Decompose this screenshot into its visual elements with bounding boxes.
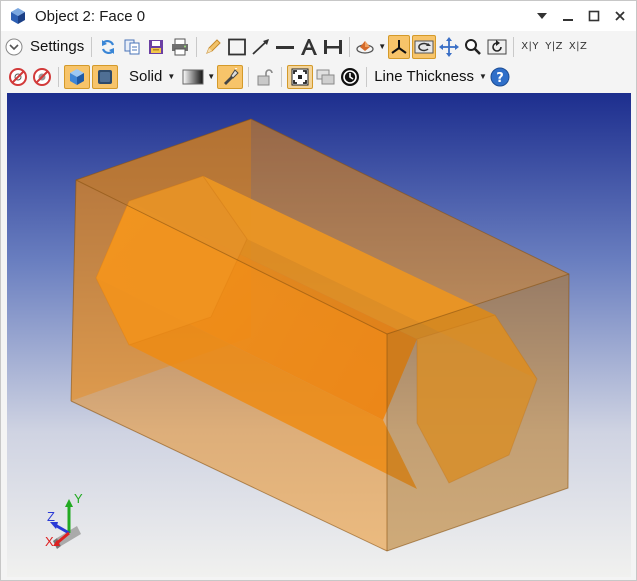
dimension-icon[interactable]: [322, 35, 344, 59]
clock-icon[interactable]: [339, 65, 361, 89]
3d-scene: Y Z X: [7, 93, 631, 577]
settings-window: Object 2: Face 0 Settings ▼ X|Y Y|Z X|Z …: [0, 0, 637, 581]
render-toolbar: Solid ▼ ▼ Line Thickness ▼ ?: [1, 62, 636, 91]
help-icon[interactable]: ?: [489, 65, 511, 89]
main-toolbar: Settings ▼ X|Y Y|Z X|Z: [1, 32, 636, 61]
svg-text:?: ?: [496, 71, 504, 86]
axis-label-z: Z: [47, 509, 55, 524]
close-icon[interactable]: [610, 6, 630, 26]
maximize-icon[interactable]: [584, 6, 604, 26]
line-thickness-dropdown[interactable]: Line Thickness ▼: [372, 65, 487, 89]
no-fill-icon[interactable]: [31, 65, 53, 89]
cube-shaded-icon[interactable]: [64, 64, 90, 89]
chevron-down-icon: ▼: [478, 72, 487, 81]
separator: [196, 36, 198, 57]
text-icon[interactable]: [298, 35, 320, 59]
axes-icon[interactable]: [388, 34, 411, 59]
pin-icon[interactable]: [532, 6, 552, 26]
view-xz-button[interactable]: X|Z: [567, 35, 589, 59]
separator: [91, 36, 93, 57]
copy-icon[interactable]: [121, 35, 143, 59]
render-mode-dropdown[interactable]: Solid ▼: [127, 65, 175, 89]
rectangle-icon[interactable]: [226, 35, 248, 59]
chevron-down-icon: ▼: [167, 72, 176, 81]
reset-view-icon[interactable]: [486, 35, 508, 59]
separator: [349, 36, 351, 57]
separator: [58, 66, 59, 87]
chevron-down-icon: ▼: [378, 42, 387, 51]
settings-chevron-icon: [5, 38, 23, 55]
render-mode-label: Solid: [129, 68, 163, 85]
line-thickness-label: Line Thickness: [374, 68, 474, 85]
title-bar: Object 2: Face 0: [1, 1, 636, 31]
minimize-icon[interactable]: [558, 6, 578, 26]
chevron-down-icon: ▼: [207, 72, 216, 81]
view-xz-label: X|Z: [568, 41, 588, 52]
zoom-icon[interactable]: [462, 35, 484, 59]
view-yz-button[interactable]: Y|Z: [543, 35, 565, 59]
arrow-icon[interactable]: [250, 35, 272, 59]
print-icon[interactable]: [169, 35, 191, 59]
gradient-icon: [182, 69, 204, 84]
axis-label-y: Y: [74, 491, 83, 506]
fit-view-icon[interactable]: [287, 64, 314, 89]
auto-rotate-icon[interactable]: [412, 34, 437, 59]
separator: [248, 66, 250, 87]
line-icon[interactable]: [274, 35, 296, 59]
cube-dark-icon[interactable]: [92, 64, 118, 89]
view-xy-label: X|Y: [521, 41, 540, 52]
cube-app-icon: [11, 8, 25, 24]
layers-icon[interactable]: [315, 65, 337, 89]
separator: [281, 66, 283, 87]
lock-icon[interactable]: [254, 65, 276, 89]
flashlight-icon[interactable]: [217, 64, 244, 89]
save-icon[interactable]: [145, 35, 167, 59]
view-yz-label: Y|Z: [545, 41, 564, 52]
axis-label-x: X: [45, 534, 54, 549]
pan-icon[interactable]: [438, 35, 460, 59]
pencil-icon[interactable]: [202, 35, 224, 59]
gradient-button[interactable]: ▼: [182, 65, 215, 89]
no-rays-icon[interactable]: [7, 65, 29, 89]
separator: [366, 66, 368, 87]
settings-label: Settings: [30, 38, 85, 55]
3d-viewport[interactable]: Y Z X: [7, 93, 631, 577]
refresh-icon[interactable]: [97, 35, 119, 59]
settings-button[interactable]: Settings: [5, 35, 86, 59]
rotate-object-icon[interactable]: ▼: [355, 35, 386, 59]
view-xy-button[interactable]: X|Y: [519, 35, 541, 59]
window-title: Object 2: Face 0: [35, 7, 146, 25]
separator: [513, 36, 515, 57]
